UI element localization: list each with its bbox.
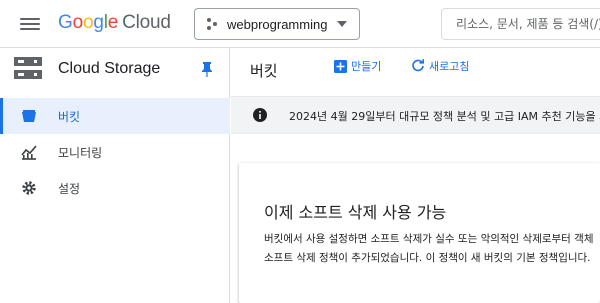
info-icon (253, 108, 267, 122)
bucket-icon (22, 110, 36, 122)
refresh-button[interactable]: 새로고침 (411, 58, 469, 74)
card-body-line: 버킷에서 사용 설정하면 소프트 삭제가 실수 또는 악의적인 삭제로부터 객체 (264, 233, 594, 245)
sidebar-item-buckets[interactable]: 버킷 (0, 98, 230, 134)
page-header: 버킷 만들기 새로고침 (231, 48, 600, 88)
sidebar-item-label: 모니터링 (58, 146, 103, 160)
soft-delete-card: 이제 소프트 삭제 사용 가능 버킷에서 사용 설정하면 소프트 삭제가 실수 … (239, 163, 600, 303)
create-button[interactable]: 만들기 (334, 58, 381, 74)
storage-icon (14, 57, 42, 79)
info-banner: 2024년 4월 29일부터 대규모 정책 분석 및 고급 IAM 추천 기능을… (231, 96, 600, 134)
add-box-icon (334, 59, 347, 73)
refresh-icon (412, 59, 424, 72)
create-button-label: 만들기 (351, 60, 382, 73)
page-title: 버킷 (250, 62, 278, 80)
sidebar-item-settings[interactable]: 설정 (0, 170, 230, 206)
top-bar: Google Cloud webprogramming (0, 0, 600, 48)
main-content: 버킷 만들기 새로고침 2024년 4월 29일부터 대규모 정책 분석 및 고… (231, 48, 600, 303)
logo-cloud-text: Cloud (122, 12, 171, 33)
logo-google-text: Google (58, 12, 119, 33)
monitoring-icon (21, 145, 37, 160)
google-cloud-logo[interactable]: Google Cloud (58, 12, 171, 34)
menu-icon[interactable] (20, 15, 40, 33)
sidebar-item-monitoring[interactable]: 모니터링 (0, 134, 230, 170)
search-box[interactable] (441, 8, 600, 40)
sidebar-item-label: 버킷 (58, 110, 81, 124)
project-name: webprogramming (227, 16, 328, 32)
project-picker[interactable]: webprogramming (194, 8, 360, 40)
sidebar-header: Cloud Storage (0, 48, 229, 94)
sidebar-title: Cloud Storage (58, 60, 161, 77)
search-input[interactable] (442, 9, 600, 39)
card-title: 이제 소프트 삭제 사용 가능 (264, 203, 447, 222)
card-body-line: 소프트 삭제 정책이 추가되었습니다. 이 정책이 새 버킷의 기본 정책입니다… (264, 252, 591, 264)
banner-text: 2024년 4월 29일부터 대규모 정책 분석 및 고급 IAM 추천 기능을… (289, 110, 600, 123)
refresh-button-label: 새로고침 (429, 60, 470, 73)
sidebar: Cloud Storage 버킷 모니터링 설정 (0, 48, 230, 303)
gear-icon (22, 181, 36, 195)
card-body: 버킷에서 사용 설정하면 소프트 삭제가 실수 또는 악의적인 삭제로부터 객체… (264, 230, 600, 268)
sidebar-item-label: 설정 (58, 182, 81, 196)
project-icon (207, 18, 217, 30)
pin-icon[interactable] (201, 61, 213, 77)
chevron-down-icon (337, 21, 347, 27)
